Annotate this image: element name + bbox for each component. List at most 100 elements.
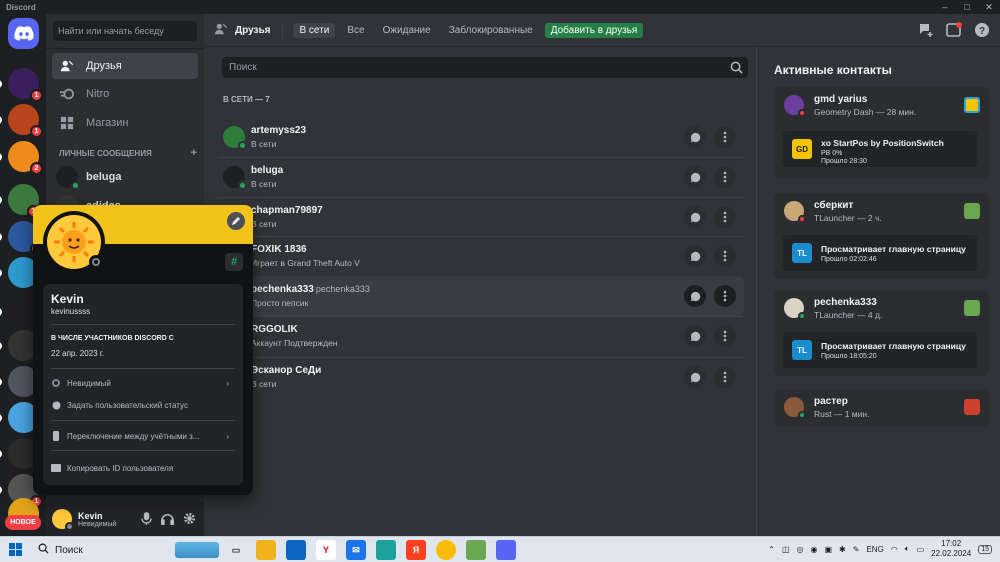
minimize-button[interactable]: – [934, 0, 956, 14]
tray-app-icon[interactable]: ◎ [797, 545, 804, 554]
message-button[interactable] [684, 126, 706, 148]
nitro-icon [58, 86, 76, 102]
notification-count[interactable]: 15 [978, 544, 992, 554]
inbox-icon[interactable] [946, 22, 962, 41]
battery-icon[interactable]: ▭ [917, 545, 925, 554]
profile-avatar[interactable] [43, 211, 105, 273]
more-options-button[interactable] [714, 126, 736, 148]
file-explorer-icon[interactable] [256, 540, 276, 560]
windows-start-icon[interactable] [9, 543, 22, 559]
friend-row[interactable]: RGGOLIK Аккаунт Подтвержден [218, 316, 744, 356]
sidebar-item-shop[interactable]: Магазин [52, 110, 198, 136]
more-options-button[interactable] [714, 325, 736, 347]
user-status: Невидимый [78, 520, 117, 528]
activity-details: GD xo StartPos by PositionSwitch PB 0% П… [783, 131, 977, 167]
activity-card[interactable]: растер Rust — 1 мин. [774, 389, 989, 427]
copy-user-id-menu-item[interactable]: Копировать ID пользователя [51, 460, 235, 476]
tab-all[interactable]: Все [341, 23, 370, 38]
bluetooth-icon[interactable]: ✱ [839, 545, 846, 554]
new-group-dm-icon[interactable] [918, 22, 934, 41]
friend-row[interactable]: beluga В сети [218, 157, 744, 197]
message-button[interactable] [684, 206, 706, 228]
tab-online[interactable]: В сети [293, 22, 336, 38]
edge-icon[interactable] [376, 540, 396, 560]
activity-user-name: gmd yarius [814, 94, 868, 105]
volume-icon[interactable]: 🔈︎ [905, 544, 910, 554]
new-pill[interactable]: НОВОЕ [5, 515, 41, 530]
friend-name: pechenka333 pechenka333 [251, 284, 370, 295]
edit-profile-button[interactable] [227, 212, 245, 230]
message-button[interactable] [684, 366, 706, 388]
friend-status: В сети [251, 379, 277, 389]
minecraft-icon[interactable] [466, 540, 486, 560]
activity-title: xo StartPos by PositionSwitch [821, 138, 944, 148]
chrome-icon[interactable] [436, 540, 456, 560]
discord-app-icon[interactable] [496, 540, 516, 560]
add-friend-button[interactable]: Добавить в друзья [544, 22, 644, 38]
sidebar-item-nitro[interactable]: Nitro [52, 81, 198, 107]
chat-bubble-icon [690, 172, 700, 182]
activity-user-name: pechenka333 [814, 297, 877, 308]
pen-icon[interactable]: ✎ [853, 545, 860, 554]
avatar [784, 95, 806, 117]
tab-pending[interactable]: Ожидание [377, 23, 437, 38]
friend-row[interactable]: pechenka333 pechenka333 Просто пепсик [218, 276, 744, 316]
settings-gear-icon[interactable] [183, 512, 196, 528]
activity-card[interactable]: pechenka333 TLauncher — 4 д. TL Просматр… [774, 290, 989, 376]
activity-card[interactable]: gmd yarius Geometry Dash — 28 мин. GD xo… [774, 87, 989, 179]
friend-username: pechenka333 [315, 284, 370, 294]
hashtag-badge[interactable]: # [225, 253, 243, 271]
tab-blocked[interactable]: Заблокированные [443, 23, 539, 38]
chevron-up-icon[interactable]: ⌃ [768, 545, 775, 554]
server-icon[interactable]: 2 [0, 141, 43, 175]
friend-row[interactable]: chapman79897 В сети [218, 197, 744, 237]
more-options-button[interactable] [714, 206, 736, 228]
pencil-icon [232, 217, 240, 225]
message-button[interactable] [684, 245, 706, 267]
taskbar-search[interactable]: Поиск [30, 540, 220, 560]
tray-app-icon[interactable]: ◫ [782, 545, 790, 554]
microphone-icon[interactable] [141, 512, 152, 528]
server-icon[interactable]: 1 [0, 104, 43, 138]
switch-accounts-menu-item[interactable]: Переключение между учётными з... › [51, 428, 235, 444]
server-icon[interactable]: 1 [0, 68, 43, 102]
maximize-button[interactable]: □ [956, 0, 978, 14]
message-button[interactable] [684, 285, 706, 307]
friends-search-input[interactable]: Поиск [222, 57, 748, 78]
store-icon[interactable] [286, 540, 306, 560]
search-placeholder: Поиск [229, 62, 257, 73]
help-icon[interactable]: ? [974, 22, 990, 41]
yandex-browser-icon[interactable]: Я [406, 540, 426, 560]
dm-item[interactable]: beluga [52, 163, 198, 191]
yandex-icon[interactable]: Y [316, 540, 336, 560]
friend-row[interactable]: Эсканор СеДи В сети [218, 357, 744, 397]
avatar [784, 397, 806, 419]
task-view-icon[interactable]: ▭ [226, 540, 246, 560]
headphones-icon[interactable] [161, 512, 174, 528]
lang-indicator[interactable]: ENG [866, 545, 883, 554]
sidebar-item-friends[interactable]: Друзья [52, 53, 198, 79]
message-button[interactable] [684, 166, 706, 188]
more-options-button[interactable] [714, 366, 736, 388]
conversation-search[interactable]: Найти или начать беседу [53, 21, 197, 41]
custom-status-menu-item[interactable]: Задать пользовательский статус [51, 397, 235, 413]
wifi-icon[interactable]: ◠ [891, 545, 898, 554]
avatar[interactable] [52, 509, 74, 531]
clock[interactable]: 17:02 22.02.2024 [931, 539, 971, 559]
mail-icon[interactable]: ✉ [346, 540, 366, 560]
more-options-button[interactable] [714, 285, 736, 307]
close-button[interactable]: ✕ [978, 0, 1000, 14]
activity-card[interactable]: сберкит TLauncher — 2 ч. TL Просматривае… [774, 193, 989, 279]
tray-app-icon[interactable]: ◉ [811, 545, 818, 554]
status-menu-item[interactable]: Невидимый › [51, 375, 235, 391]
more-options-button[interactable] [714, 245, 736, 267]
message-button[interactable] [684, 325, 706, 347]
tray-app-icon[interactable]: ▣ [824, 545, 832, 554]
game-art-icon: GD [792, 139, 812, 159]
friend-row[interactable]: FOXIK 1836 Играет в Grand Theft Auto V [218, 236, 744, 276]
add-dm-button[interactable]: + [191, 148, 197, 159]
home-button[interactable] [8, 18, 39, 49]
avatar [223, 166, 247, 190]
more-options-button[interactable] [714, 166, 736, 188]
friend-row[interactable]: artemyss23 В сети [218, 117, 744, 157]
